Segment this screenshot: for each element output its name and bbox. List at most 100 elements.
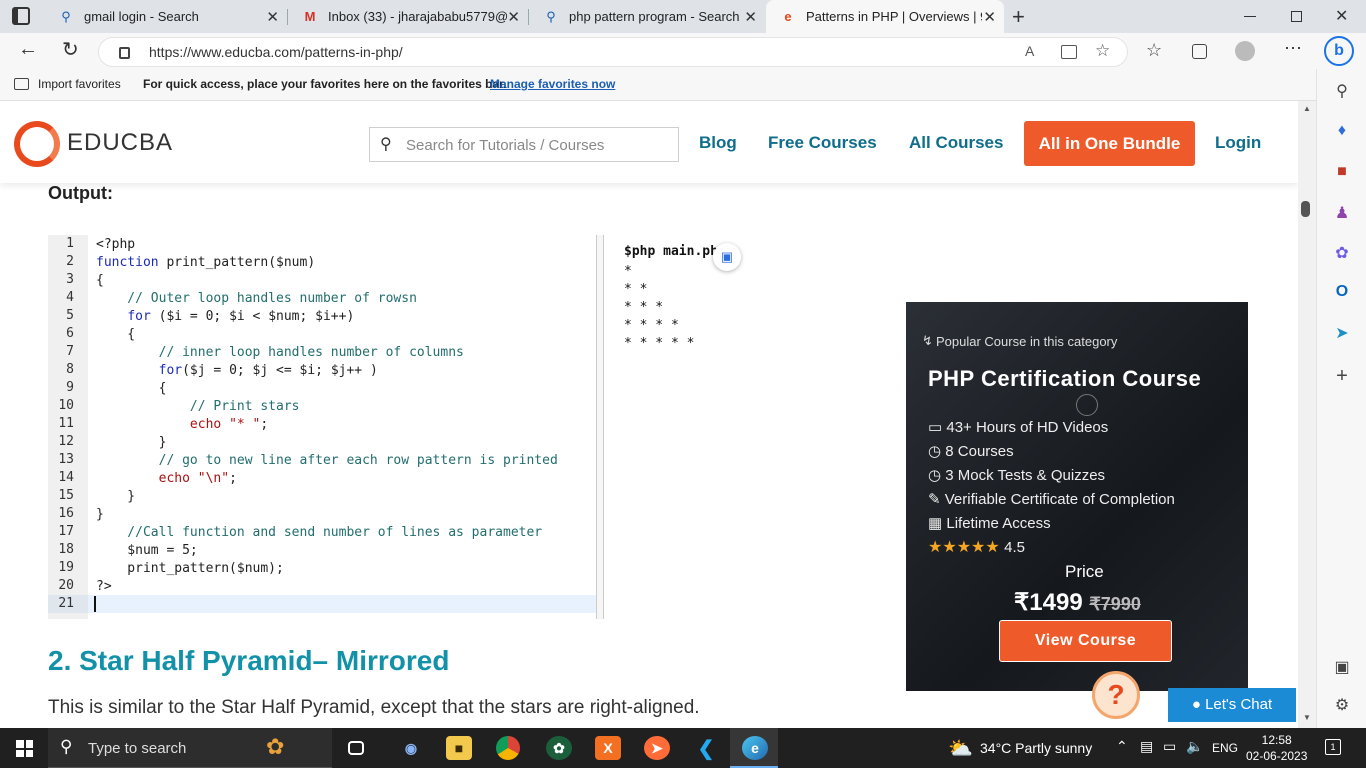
chrome-icon[interactable] xyxy=(496,736,520,760)
search-highlight-icon: ✿ xyxy=(266,734,285,759)
shopping-tag-icon[interactable]: ♦ xyxy=(1317,122,1366,140)
tab-patterns-in-php[interactable]: e Patterns in PHP | Overviews | 9 Ex ✕ xyxy=(766,0,1004,33)
nav-free-courses[interactable]: Free Courses xyxy=(768,133,877,153)
manage-favorites-link[interactable]: Manage favorites now xyxy=(490,77,615,91)
xampp-icon[interactable]: X xyxy=(595,736,621,760)
page-scrollbar[interactable]: ▲ ▼ xyxy=(1298,101,1316,728)
sidebar-layout-icon[interactable]: ▣ xyxy=(1317,657,1366,677)
line-number: 7 xyxy=(48,343,88,361)
read-aloud-icon[interactable]: A xyxy=(1025,43,1034,59)
tab-title: Inbox (33) - jharajababu5779@gi xyxy=(328,9,508,24)
web-page: EDUCBA ⚲ Search for Tutorials / Courses … xyxy=(0,101,1298,728)
taskbar-search-box[interactable]: ⚲ Type to search ✿ xyxy=(48,728,332,768)
tab-bar: ⚲ gmail login - Search ✕ M Inbox (33) - … xyxy=(0,0,1366,33)
view-course-label: View Course xyxy=(1034,632,1137,649)
restore-button[interactable] xyxy=(1291,11,1302,22)
line-number: 11 xyxy=(48,415,88,433)
nav-all-courses[interactable]: All Courses xyxy=(909,133,1003,153)
search-icon[interactable]: ⚲ xyxy=(1317,81,1366,101)
idea-bulb-icon[interactable]: ? xyxy=(1092,671,1140,719)
feature-certificate: Verifiable Certificate of Completion xyxy=(944,491,1175,508)
send-icon[interactable]: ➤ xyxy=(1317,323,1366,343)
code-line: //Call function and send number of lines… xyxy=(96,524,543,540)
weather-text[interactable]: 34°C Partly sunny xyxy=(980,740,1092,756)
outlook-icon[interactable]: O xyxy=(1317,283,1366,301)
collections-icon[interactable] xyxy=(1192,44,1207,59)
edge-icon[interactable]: e xyxy=(742,736,768,760)
line-number: 18 xyxy=(48,541,88,559)
vscode-icon[interactable]: ❮ xyxy=(693,736,719,760)
nav-login[interactable]: Login xyxy=(1215,133,1261,153)
add-sidebar-icon[interactable]: + xyxy=(1317,365,1366,388)
clock[interactable]: 12:58 02-06-2023 xyxy=(1246,732,1307,764)
visual-search-icon[interactable]: ▣ xyxy=(713,243,741,271)
file-explorer-icon[interactable]: ■ xyxy=(446,736,472,760)
scroll-thumb[interactable] xyxy=(1301,201,1310,217)
volume-icon[interactable]: 🔈 xyxy=(1186,738,1203,755)
nav-blog[interactable]: Blog xyxy=(699,133,737,153)
task-view-icon[interactable] xyxy=(348,741,364,755)
address-bar[interactable]: https://www.educba.com/patterns-in-php/ … xyxy=(98,37,1128,67)
tab-gmail-search[interactable]: ⚲ gmail login - Search ✕ xyxy=(44,0,287,33)
postman-icon[interactable]: ➤ xyxy=(644,736,670,760)
network-icon[interactable]: ▤ xyxy=(1140,738,1153,755)
code-line: for ($i = 0; $i < $num; $i++) xyxy=(127,308,355,324)
notifications-icon[interactable]: 1 xyxy=(1325,739,1341,755)
more-menu-icon[interactable]: ⋯ xyxy=(1284,38,1302,59)
close-icon[interactable]: ✕ xyxy=(744,8,757,26)
code-line: ?> xyxy=(96,578,112,594)
educba-logo[interactable] xyxy=(14,121,60,167)
search-icon: ⚲ xyxy=(380,136,392,153)
laptop-icon: ▭ xyxy=(928,419,943,436)
new-tab-button[interactable]: + xyxy=(1012,4,1025,30)
line-number: 4 xyxy=(48,289,88,307)
educba-icon: e xyxy=(784,9,792,24)
close-icon[interactable]: ✕ xyxy=(507,8,520,26)
chevron-up-icon[interactable]: ⌃ xyxy=(1116,738,1128,755)
favorites-bar-message: For quick access, place your favorites h… xyxy=(143,77,507,91)
windows-start-icon[interactable] xyxy=(16,740,33,757)
weather-icon[interactable]: ⛅ xyxy=(948,736,973,761)
tab-inbox[interactable]: M Inbox (33) - jharajababu5779@gi ✕ xyxy=(288,0,528,33)
site-search-box[interactable]: ⚲ Search for Tutorials / Courses xyxy=(369,127,679,162)
favorites-icon[interactable]: ☆ xyxy=(1146,40,1162,61)
site-logo-text[interactable]: EDUCBA xyxy=(67,129,173,157)
scroll-down-arrow[interactable]: ▼ xyxy=(1303,713,1311,722)
code-line: // go to new line after each row pattern… xyxy=(96,452,558,468)
tab-php-pattern-search[interactable]: ⚲ php pattern program - Search ✕ xyxy=(529,0,765,33)
refresh-button[interactable]: ↻ xyxy=(62,37,79,62)
settings-icon[interactable]: ⚙ xyxy=(1317,695,1366,715)
close-window-button[interactable]: ✕ xyxy=(1335,6,1348,26)
bundle-label: All in One Bundle xyxy=(1038,134,1181,153)
back-button[interactable]: ← xyxy=(18,38,38,61)
tab-actions-icon[interactable] xyxy=(12,7,30,25)
view-course-button[interactable]: View Course xyxy=(999,620,1172,662)
feature-videos: 43+ Hours of HD Videos xyxy=(946,419,1109,436)
tools-icon[interactable]: ■ xyxy=(1317,163,1366,181)
language-indicator[interactable]: ENG xyxy=(1212,741,1238,755)
feature-tests: 3 Mock Tests & Quizzes xyxy=(945,467,1106,484)
battery-icon[interactable]: ▭ xyxy=(1163,738,1176,755)
output-label: Output: xyxy=(48,183,113,203)
certificate-icon: ✎ xyxy=(928,491,941,508)
widgets-icon[interactable]: ◉ xyxy=(398,736,424,760)
scroll-up-arrow[interactable]: ▲ xyxy=(1303,104,1311,113)
code-line: $num = 5; xyxy=(96,542,198,558)
bing-icon[interactable]: b xyxy=(1324,36,1354,66)
code-line: print_pattern($num); xyxy=(96,560,284,576)
import-favorites-button[interactable]: Import favorites xyxy=(38,77,121,91)
code-line: for($j = 0; $j <= $i; $j++ ) xyxy=(158,362,378,378)
lets-chat-button[interactable]: ● Let's Chat xyxy=(1168,688,1296,722)
close-icon[interactable]: ✕ xyxy=(983,8,996,26)
games-icon[interactable]: ♟ xyxy=(1317,203,1366,223)
reader-view-icon[interactable] xyxy=(1061,45,1077,59)
minimize-button[interactable] xyxy=(1244,16,1256,17)
add-favorite-icon[interactable]: ☆ xyxy=(1095,41,1110,61)
app-leaf-icon[interactable]: ✿ xyxy=(546,736,572,760)
profile-avatar[interactable] xyxy=(1235,41,1255,61)
line-number: 14 xyxy=(48,469,88,487)
code-editor[interactable]: 1 <?php 2 function print_pattern($num) 3{ … xyxy=(48,235,598,619)
all-in-one-bundle-button[interactable]: All in One Bundle xyxy=(1024,121,1195,166)
office-icon[interactable]: ✿ xyxy=(1317,243,1366,263)
close-icon[interactable]: ✕ xyxy=(266,8,279,26)
